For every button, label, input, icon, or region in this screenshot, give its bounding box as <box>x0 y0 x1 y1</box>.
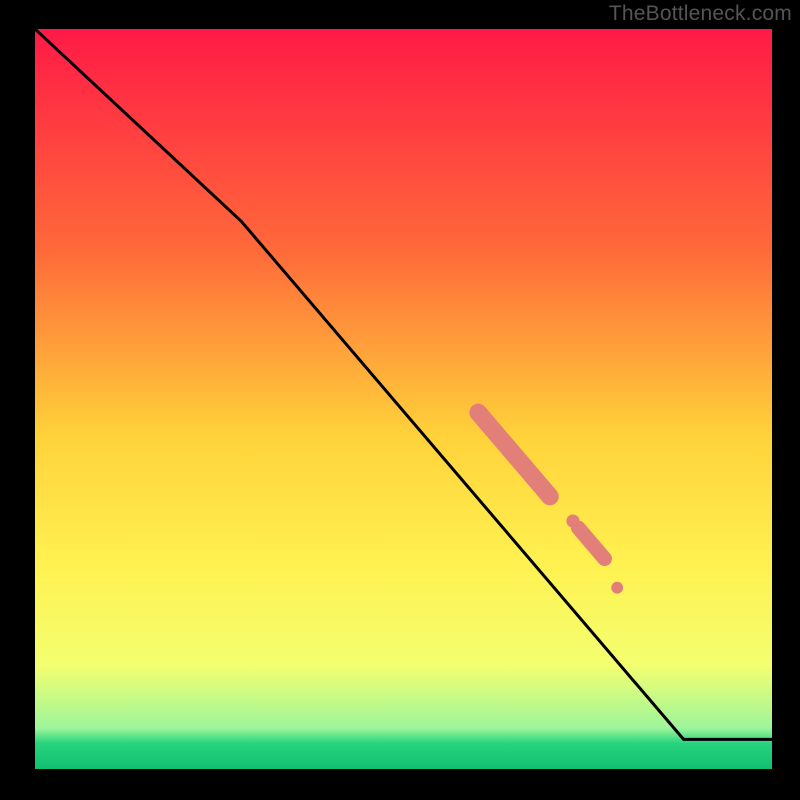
marker-dot <box>611 582 623 594</box>
plot-area <box>35 29 772 769</box>
watermark-text: TheBottleneck.com <box>609 2 792 26</box>
chart-stage: TheBottleneck.com <box>0 0 800 800</box>
chart-svg <box>0 0 800 800</box>
